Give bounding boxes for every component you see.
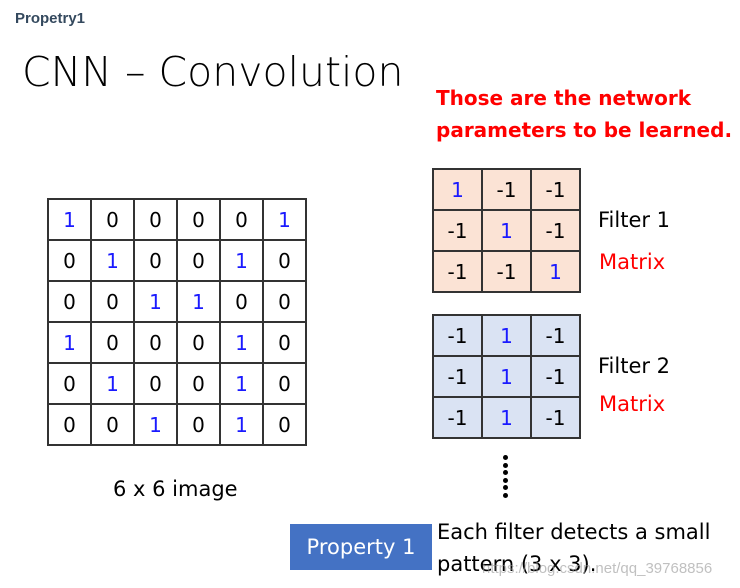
matrix-cell: 0: [262, 403, 307, 446]
matrix-row: 001100: [47, 280, 307, 323]
matrix-cell: 0: [133, 198, 178, 241]
matrix-cell: 1: [262, 198, 307, 241]
slide-title: CNN – Convolution: [22, 48, 404, 96]
matrix-cell: 0: [47, 239, 92, 282]
matrix-cell: 1: [432, 168, 483, 211]
matrix-cell: 0: [176, 239, 221, 282]
matrix-cell: 0: [176, 403, 221, 446]
matrix-cell: 0: [219, 280, 264, 323]
matrix-row: 001010: [47, 403, 307, 446]
matrix-cell: 0: [47, 280, 92, 323]
matrix-cell: -1: [530, 355, 581, 398]
matrix-cell: 0: [90, 321, 135, 364]
note-line: Those are the network: [436, 86, 692, 110]
matrix-row: -1 1 -1: [432, 314, 581, 357]
matrix-cell: 0: [90, 280, 135, 323]
matrix-row: 100010: [47, 321, 307, 364]
filter-1-matrix-label: Matrix: [599, 250, 666, 274]
watermark: https://blog.csdn.net/qq_39768856: [482, 560, 713, 577]
matrix-cell: -1: [481, 168, 532, 211]
matrix-cell: 1: [133, 403, 178, 446]
matrix-cell: -1: [432, 209, 483, 252]
matrix-cell: 1: [481, 355, 532, 398]
matrix-cell: 0: [262, 239, 307, 282]
matrix-row: 1 -1 -1: [432, 168, 581, 211]
filter-2-matrix-label: Matrix: [599, 392, 666, 416]
parameters-note: Those are the network parameters to be l…: [436, 82, 732, 146]
header-label: Propetry1: [15, 10, 86, 27]
matrix-cell: 0: [176, 198, 221, 241]
matrix-cell: 0: [262, 321, 307, 364]
matrix-row: -1 1 -1: [432, 209, 581, 252]
matrix-cell: -1: [530, 396, 581, 439]
matrix-cell: 1: [530, 250, 581, 293]
matrix-cell: -1: [432, 314, 483, 357]
matrix-cell: 0: [176, 321, 221, 364]
matrix-cell: 0: [47, 403, 92, 446]
matrix-cell: 1: [176, 280, 221, 323]
matrix-cell: -1: [530, 314, 581, 357]
matrix-row: 010010: [47, 239, 307, 282]
matrix-cell: -1: [530, 209, 581, 252]
matrix-cell: 0: [219, 198, 264, 241]
matrix-cell: 0: [90, 403, 135, 446]
filter-2-label: Filter 2: [598, 354, 671, 378]
matrix-cell: 0: [133, 321, 178, 364]
image-caption: 6 x 6 image: [113, 477, 238, 501]
filter-1-label: Filter 1: [598, 208, 671, 232]
matrix-cell: 1: [47, 321, 92, 364]
vertical-ellipsis-icon: [503, 455, 509, 500]
matrix-cell: 1: [133, 280, 178, 323]
matrix-cell: 1: [47, 198, 92, 241]
filter-1-matrix: 1 -1 -1 -1 1 -1 -1 -1 1: [432, 168, 581, 293]
matrix-cell: 1: [481, 314, 532, 357]
matrix-cell: 1: [219, 362, 264, 405]
matrix-cell: -1: [432, 396, 483, 439]
matrix-cell: -1: [432, 355, 483, 398]
filter-2-matrix: -1 1 -1 -1 1 -1 -1 1 -1: [432, 314, 581, 439]
matrix-cell: 1: [90, 239, 135, 282]
matrix-cell: 0: [90, 198, 135, 241]
matrix-cell: 0: [262, 362, 307, 405]
matrix-cell: 0: [133, 239, 178, 282]
matrix-row: -1 1 -1: [432, 355, 581, 398]
matrix-cell: 0: [262, 280, 307, 323]
matrix-cell: 1: [219, 239, 264, 282]
matrix-row: 010010: [47, 362, 307, 405]
property-badge: Property 1: [290, 524, 432, 570]
matrix-cell: 1: [481, 209, 532, 252]
image-matrix: 100001010010001100100010010010001010: [47, 198, 307, 446]
matrix-cell: -1: [432, 250, 483, 293]
note-line: parameters to be learned.: [436, 118, 733, 142]
description-line: Each filter detects a small: [437, 520, 711, 544]
matrix-cell: 1: [481, 396, 532, 439]
matrix-cell: 0: [47, 362, 92, 405]
matrix-row: -1 -1 1: [432, 250, 581, 293]
matrix-cell: 0: [176, 362, 221, 405]
matrix-cell: 0: [133, 362, 178, 405]
matrix-cell: 1: [90, 362, 135, 405]
matrix-row: -1 1 -1: [432, 396, 581, 439]
matrix-cell: -1: [530, 168, 581, 211]
matrix-cell: 1: [219, 403, 264, 446]
matrix-row: 100001: [47, 198, 307, 241]
matrix-cell: -1: [481, 250, 532, 293]
matrix-cell: 1: [219, 321, 264, 364]
